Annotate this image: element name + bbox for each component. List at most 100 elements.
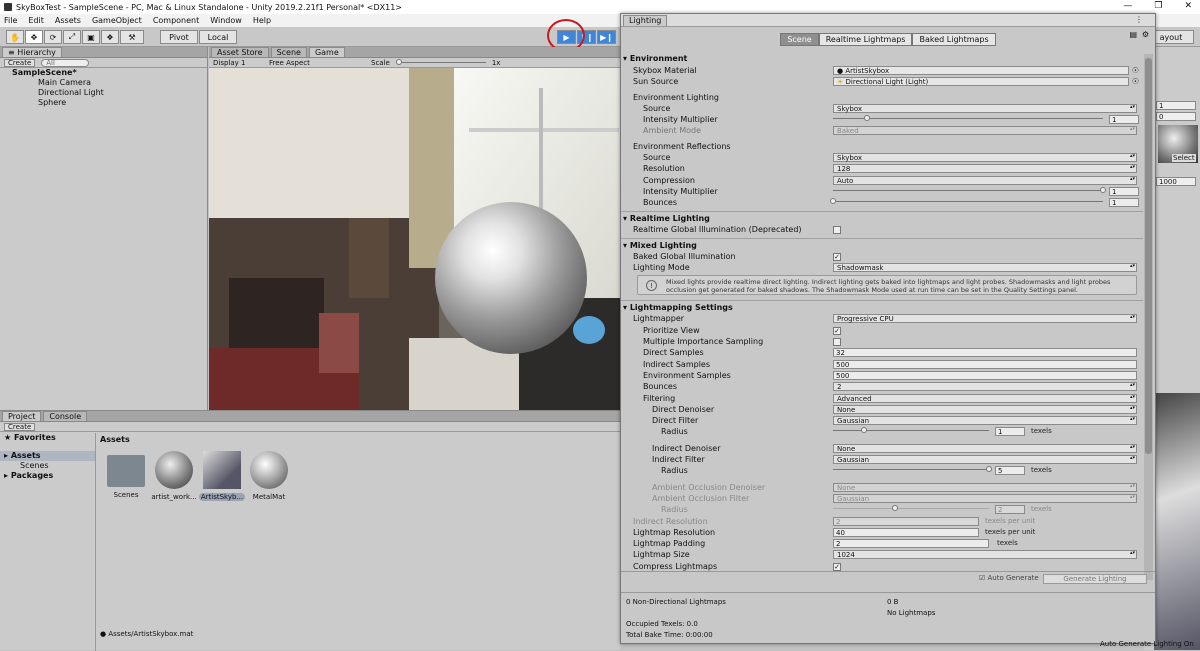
tab-realtime-lightmaps[interactable]: Realtime Lightmaps: [818, 32, 913, 46]
display-dropdown[interactable]: Display 1: [213, 59, 263, 67]
tab-project[interactable]: Project: [2, 411, 42, 421]
section-lightmapping-settings[interactable]: ▾ Lightmapping Settings: [621, 300, 1143, 313]
direct-samples-field[interactable]: 32: [833, 348, 1137, 358]
ao-filter-dropdown[interactable]: Gaussian: [833, 493, 1137, 503]
direct-radius-slider[interactable]: [833, 427, 989, 434]
baked-gi-checkbox[interactable]: ✓: [833, 252, 841, 261]
slider-knob[interactable]: [892, 505, 899, 512]
scene-root[interactable]: SampleScene*: [0, 68, 207, 78]
minimize-icon[interactable]: —: [1123, 1, 1132, 11]
lighting-scrollbar[interactable]: [1144, 54, 1153, 580]
tab-scene-lighting[interactable]: Scene: [780, 32, 819, 46]
indirect-resolution-field[interactable]: 2: [833, 516, 979, 526]
env-source-dropdown[interactable]: Skybox: [833, 103, 1137, 113]
prioritize-view-checkbox[interactable]: ✓: [833, 326, 841, 335]
move-tool-icon[interactable]: ✥: [25, 30, 43, 44]
indirect-radius-field[interactable]: 5: [995, 466, 1025, 476]
transform-tool-icon[interactable]: ❖: [101, 30, 119, 44]
section-realtime-lighting[interactable]: ▾ Realtime Lighting: [621, 210, 1143, 224]
object-picker-icon[interactable]: ☉: [1132, 76, 1139, 87]
inspector-field-3[interactable]: 1000: [1156, 177, 1196, 186]
direct-radius-field[interactable]: 1: [995, 427, 1025, 437]
tab-game[interactable]: Game: [308, 47, 345, 57]
tab-baked-lightmaps[interactable]: Baked Lightmaps: [912, 32, 996, 46]
indirect-samples-field[interactable]: 500: [833, 359, 1137, 369]
settings-icon[interactable]: ⚙: [1142, 30, 1149, 39]
asset-scenes-folder[interactable]: Scenes: [102, 451, 150, 499]
section-environment[interactable]: ▾ Environment: [621, 52, 1143, 65]
hierarchy-search-input[interactable]: All: [41, 58, 90, 67]
tree-item-scenes[interactable]: Scenes: [0, 461, 95, 471]
compression-dropdown[interactable]: Auto: [833, 175, 1137, 185]
object-picker-icon[interactable]: ☉: [1132, 65, 1139, 76]
aspect-dropdown[interactable]: Free Aspect: [269, 59, 365, 67]
tab-asset-store[interactable]: Asset Store: [211, 47, 269, 57]
tree-item-favorites[interactable]: ★ Favorites: [0, 433, 95, 443]
tab-hierarchy[interactable]: ≡ Hierarchy: [2, 47, 62, 57]
menu-gameobject[interactable]: GameObject: [92, 16, 142, 25]
lm-bounces-dropdown[interactable]: 2: [833, 382, 1137, 392]
inspector-field-2[interactable]: 0: [1156, 112, 1196, 121]
asset-metalmat[interactable]: MetalMat: [245, 451, 293, 501]
direct-filter-dropdown[interactable]: Gaussian: [833, 416, 1137, 426]
slider-knob[interactable]: [830, 198, 836, 205]
ao-radius-field[interactable]: 2: [995, 505, 1025, 515]
compress-lightmaps-checkbox[interactable]: ✓: [833, 562, 841, 571]
refl-bounces-field[interactable]: 1: [1109, 198, 1139, 208]
close-icon[interactable]: ✕: [1184, 1, 1192, 11]
select-button[interactable]: Select: [1172, 154, 1196, 162]
menu-help[interactable]: Help: [253, 16, 271, 25]
auto-generate-toggle[interactable]: ☑ Auto Generate: [979, 574, 1039, 582]
window-menu-icon[interactable]: ⋮: [1135, 15, 1143, 24]
lightmap-resolution-field[interactable]: 40: [833, 527, 979, 537]
tab-lighting[interactable]: Lighting: [623, 14, 668, 26]
tab-console[interactable]: Console: [43, 411, 88, 421]
sun-source-field[interactable]: ☀ Directional Light (Light): [833, 77, 1129, 87]
slider-knob[interactable]: [1100, 186, 1106, 193]
game-viewport[interactable]: [209, 68, 621, 410]
maximize-icon[interactable]: ❐: [1154, 1, 1162, 11]
refl-intensity-field[interactable]: 1: [1109, 186, 1139, 196]
filtering-dropdown[interactable]: Advanced: [833, 393, 1137, 403]
generate-lighting-button[interactable]: Generate Lighting: [1043, 574, 1147, 584]
section-mixed-lighting[interactable]: ▾ Mixed Lighting: [621, 237, 1143, 251]
hierarchy-item-sphere[interactable]: Sphere: [0, 98, 207, 108]
env-intensity-field[interactable]: 1: [1109, 115, 1139, 125]
inspector-field-1[interactable]: 1: [1156, 101, 1196, 110]
hierarchy-create-button[interactable]: Create: [4, 58, 36, 67]
scrollbar-thumb[interactable]: [1145, 58, 1152, 454]
refl-source-dropdown[interactable]: Skybox: [833, 153, 1137, 163]
slider-knob[interactable]: [986, 466, 992, 473]
indirect-denoiser-dropdown[interactable]: None: [833, 443, 1137, 453]
refl-intensity-slider[interactable]: [833, 186, 1106, 193]
project-create-button[interactable]: Create: [4, 422, 36, 431]
menu-assets[interactable]: Assets: [55, 16, 81, 25]
realtime-gi-checkbox[interactable]: [833, 225, 841, 234]
slider-knob[interactable]: [861, 427, 868, 434]
indirect-radius-slider[interactable]: [833, 466, 992, 473]
lightmap-padding-field[interactable]: 2: [833, 539, 989, 549]
tree-item-assets[interactable]: ▸ Assets: [0, 451, 95, 461]
direct-denoiser-dropdown[interactable]: None: [833, 404, 1137, 414]
rotate-tool-icon[interactable]: ⟳: [44, 30, 62, 44]
ambient-mode-dropdown[interactable]: Baked: [833, 126, 1137, 136]
skybox-material-field[interactable]: ● ArtistSkybox: [833, 66, 1129, 75]
rect-tool-icon[interactable]: ▣: [82, 30, 100, 44]
scale-tool-icon[interactable]: ⤢: [63, 30, 81, 44]
step-button[interactable]: ▶❙: [597, 30, 616, 44]
hand-tool-icon[interactable]: ✋: [6, 30, 24, 44]
hierarchy-item-main-camera[interactable]: Main Camera: [0, 78, 207, 88]
pivot-toggle[interactable]: Pivot: [160, 30, 198, 44]
custom-tool-icon[interactable]: ⚒: [120, 30, 144, 44]
env-samples-field[interactable]: 500: [833, 370, 1137, 380]
hierarchy-item-directional-light[interactable]: Directional Light: [0, 88, 207, 98]
help-icon[interactable]: ▤: [1129, 30, 1137, 39]
refl-resolution-dropdown[interactable]: 128: [833, 164, 1137, 174]
menu-edit[interactable]: Edit: [28, 16, 44, 25]
scale-slider[interactable]: [395, 59, 486, 65]
indirect-filter-dropdown[interactable]: Gaussian: [833, 455, 1137, 465]
asset-artist-skybox[interactable]: ArtistSkyb...: [198, 451, 246, 501]
menu-file[interactable]: File: [4, 16, 17, 25]
lightmap-size-dropdown[interactable]: 1024: [833, 550, 1137, 560]
lighting-mode-dropdown[interactable]: Shadowmask: [833, 263, 1137, 273]
